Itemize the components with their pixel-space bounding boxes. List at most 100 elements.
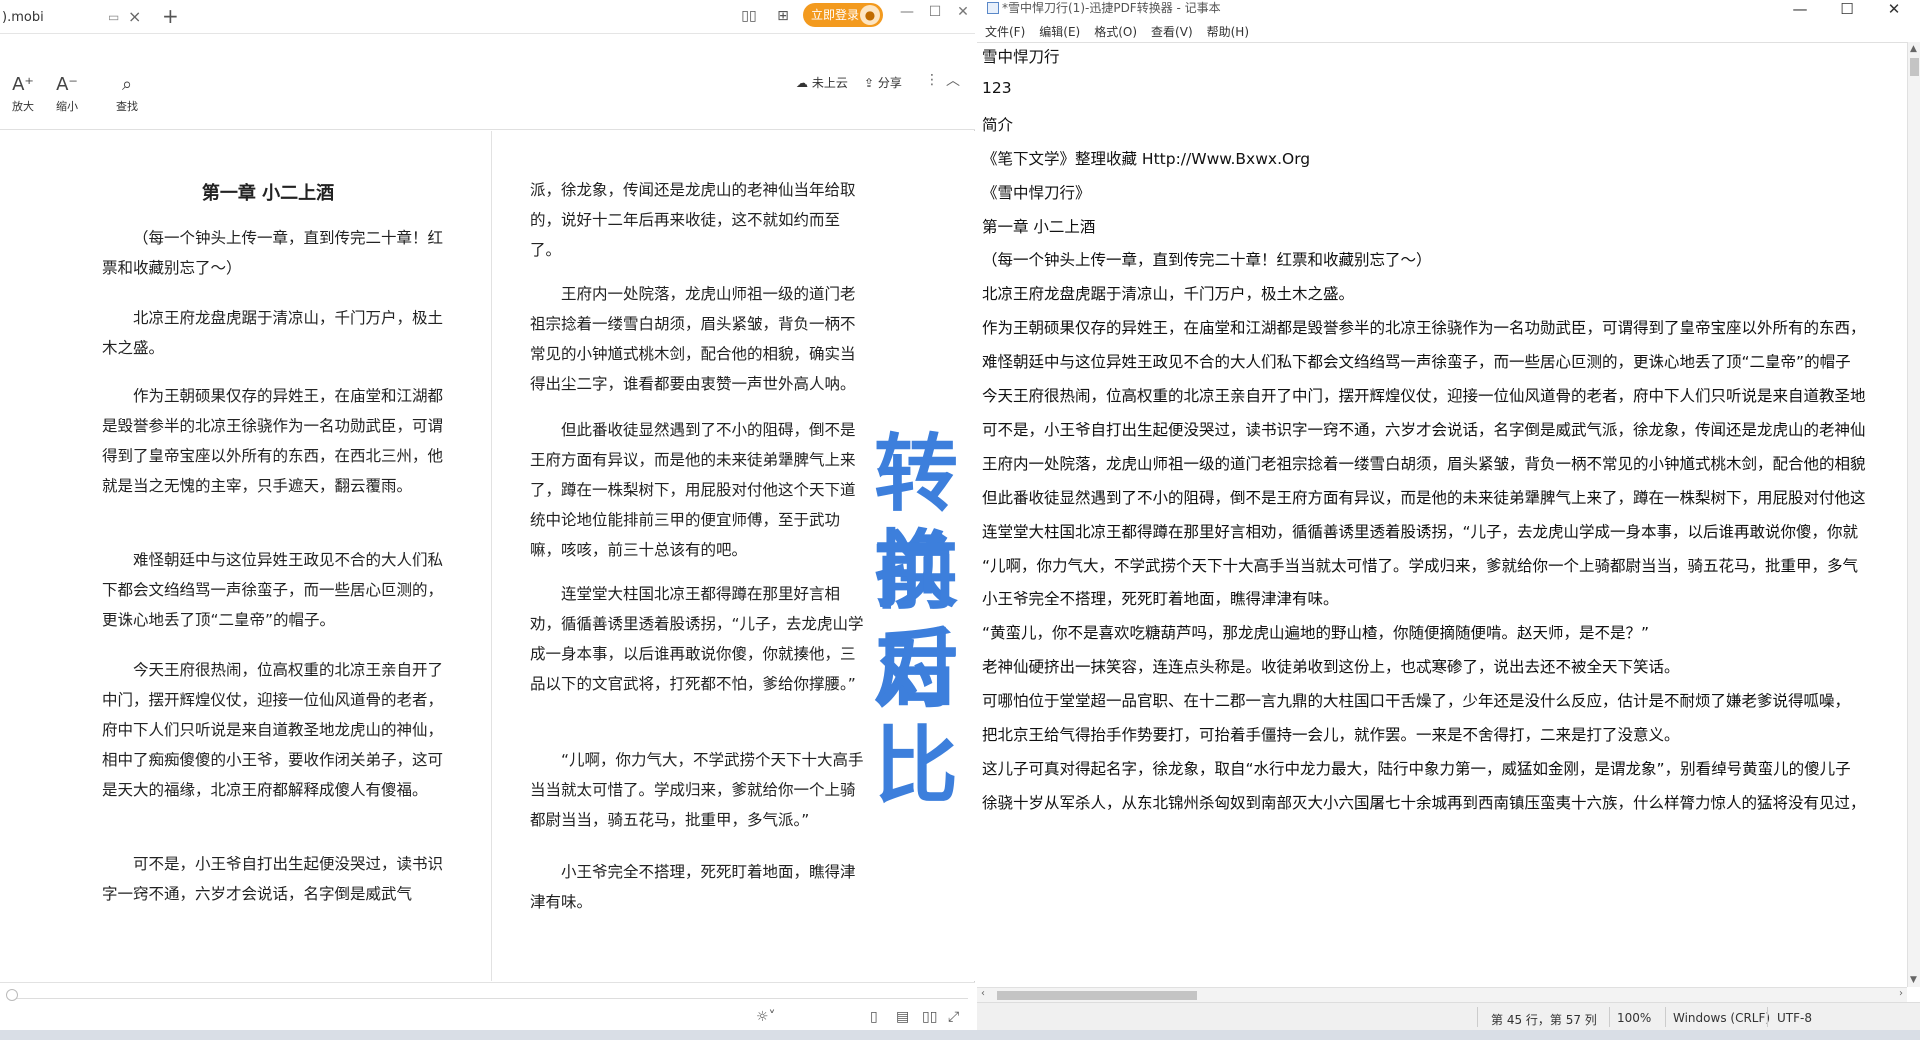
find-label: 查找 (116, 100, 138, 113)
vertical-scrollbar[interactable]: ▲ ▼ (1907, 42, 1920, 987)
text-line: 可哪怕位于堂堂超一品官职、在十二郡一言九鼎的大柱国口干舌燥了，少年还是没什么反应… (982, 692, 1851, 711)
reader-window: ).mobi ▭ × + ▯▯ ⊞ 立即登录 ● — ☐ ✕ ☁ 未上云 ⇪ 分… (0, 0, 975, 1030)
share-label: 分享 (877, 76, 902, 90)
text-line: 把北京王给气得抬手作势要打，可抬着手僵持一会儿，就作罢。一来是不舍得打，二来是打… (982, 726, 1680, 744)
desktop: ).mobi ▭ × + ▯▯ ⊞ 立即登录 ● — ☐ ✕ ☁ 未上云 ⇪ 分… (0, 0, 1920, 1040)
scroll-down-icon[interactable]: ▼ (1910, 975, 1917, 985)
font-decrease-icon: A⁻ (56, 74, 78, 95)
chevron-up-icon[interactable]: ︿ (946, 70, 960, 90)
zoom-in-label: 放大 (12, 100, 34, 113)
text-line: 第一章 小二上酒 (982, 217, 1096, 236)
scroll-left-icon[interactable]: ‹ (981, 988, 985, 999)
menu-file[interactable]: 文件(F) (985, 22, 1025, 42)
paragraph: 可不是，小王爷自打出生起便没哭过，读书识字一窍不通，六岁才会说话，名字倒是威武气 (102, 855, 444, 903)
double-page-icon[interactable]: ▯▯ (922, 1009, 937, 1025)
paragraph: “儿啊，你力气大，不学武捞个天下十大高手当当就太可惜了。学成归来，爹就给你一个上… (530, 751, 864, 829)
grid-icon[interactable]: ⊞ (773, 8, 793, 26)
encoding: UTF-8 (1777, 1011, 1812, 1025)
notepad-icon (987, 2, 999, 14)
zoom-in-button[interactable]: A⁺ 放大 (3, 72, 43, 114)
text-line: 王府内一处院落，龙虎山师祖一级的道门老祖宗捻着一缕雪白胡须，眉头紧皱，背负一柄不… (982, 454, 1866, 473)
notepad-titlebar: *雪中悍刀行(1)-迅捷PDF转换器 - 记事本 (977, 0, 1920, 22)
scroll-up-icon[interactable]: ▲ (1910, 44, 1917, 54)
text-line: “黄蛮儿，你不是喜欢吃糖葫芦吗，那龙虎山遍地的野山楂，你随便摘随便啃。赵天师，是… (982, 624, 1650, 643)
menu-bar: 文件(F) 编辑(E) 格式(O) 查看(V) 帮助(H) (977, 22, 1920, 42)
text-line: 简介 (982, 115, 1014, 134)
close-tab-icon[interactable]: × (128, 7, 141, 26)
find-button[interactable]: ⌕ 查找 (107, 72, 147, 114)
zoom-out-label: 缩小 (56, 100, 78, 113)
reader-tab[interactable]: ).mobi ▭ × (0, 0, 150, 34)
plus-icon[interactable]: + (162, 4, 179, 28)
share-button[interactable]: ⇪ 分享 (864, 74, 902, 91)
text-line: “儿啊，你力气大，不学武捞个天下十大高手当当就太可惜了。学成归来，爹就给你一个上… (982, 556, 1859, 575)
single-page-icon[interactable]: ▯ (870, 1009, 878, 1025)
menu-help[interactable]: 帮助(H) (1207, 22, 1249, 42)
menu-edit[interactable]: 编辑(E) (1039, 22, 1080, 42)
maximize-icon[interactable]: ☐ (1832, 0, 1862, 18)
line-ending: Windows (CRLF) (1673, 1011, 1771, 1025)
scroll-page-icon[interactable]: ▤ (896, 1009, 909, 1025)
notepad-window: *雪中悍刀行(1)-迅捷PDF转换器 - 记事本 — ☐ ✕ 文件(F) 编辑(… (977, 0, 1920, 1030)
taskbar (0, 1030, 1920, 1040)
scroll-right-icon[interactable]: › (1899, 988, 1903, 999)
text-line: 作为王朝硕果仅存的异姓王，在庙堂和江湖都是毁誉参半的北凉王徐骁作为一名功勋武臣，… (982, 319, 1866, 338)
paragraph: 王府内一处院落，龙虎山师祖一级的道门老祖宗捻着一缕雪白胡须，眉头紧皱，背负一柄不… (530, 285, 856, 393)
paragraph: 连堂堂大柱国北凉王都得蹲在那里好言相劝，循循善诱里透着股诱拐，“儿子，去龙虎山学… (530, 585, 864, 693)
read-mode-icon[interactable]: ▯▯ (739, 8, 759, 26)
close-icon[interactable]: ✕ (953, 4, 973, 26)
paragraph: 北凉王府龙盘虎踞于清凉山，千门万户，极土木之盛。 (102, 309, 444, 357)
paragraph: （每一个钟头上传一章，直到传完二十章！红票和收藏别忘了～） (102, 229, 444, 277)
fullscreen-icon[interactable]: ⤢ (948, 1009, 959, 1025)
search-icon: ⌕ (121, 74, 133, 95)
text-line: 连堂堂大柱国北凉王都得蹲在那里好言相劝，循循善诱里透着股诱拐，“儿子，去龙虎山学… (982, 522, 1859, 541)
maximize-icon[interactable]: ☐ (925, 4, 945, 26)
text-line: 老神仙硬挤出一抹笑容，连连点头称是。收徒弟收到这份上，也忒寒碜了，说出去还不被全… (982, 658, 1680, 677)
notepad-statusbar: 第 45 行，第 57 列 100% Windows (CRLF) UTF-8 (977, 1002, 1920, 1030)
text-line: 徐骁十岁从军杀人，从东北锦州杀匈奴到南部灭大小六国屠七十余城再到西南镇压蛮夷十六… (982, 793, 1866, 812)
text-line: 雪中悍刀行 (982, 48, 1060, 66)
login-button[interactable]: 立即登录 ● (803, 3, 883, 27)
text-line: 小王爷完全不搭理，死死盯着地面，瞧得津津有味。 (982, 590, 1339, 609)
font-increase-icon: A⁺ (12, 74, 34, 95)
paragraph: 作为王朝硕果仅存的异姓王，在庙堂和江湖都是毁誉参半的北凉王徐骁作为一名功勋武臣，… (102, 387, 444, 495)
reader-page-left: 第一章 小二上酒 （每一个钟头上传一章，直到传完二十章！红票和收藏别忘了～） 北… (8, 131, 492, 981)
text-editor-area[interactable]: 雪中悍刀行 123 简介《笔下文学》整理收藏 Http://Www.Bxwx.Org… (977, 42, 1907, 987)
brightness-icon[interactable]: ☼˅ (756, 1009, 776, 1025)
text-line: 123 (982, 78, 1012, 97)
horizontal-scrollbar[interactable]: ‹ › (977, 987, 1907, 1002)
more-icon[interactable]: ⋮ (925, 72, 939, 88)
paragraph: 小王爷完全不搭理，死死盯着地面，瞧得津津有味。 (530, 863, 856, 911)
minimize-icon[interactable]: — (1785, 0, 1815, 18)
scrollbar-thumb[interactable] (997, 991, 1197, 1000)
text-line: 这儿子可真对得起名字，徐龙象，取自“水行中龙力最大，陆行中象力第一，威猛如金刚，… (982, 759, 1851, 778)
zoom-out-button[interactable]: A⁻ 缩小 (47, 72, 87, 114)
reader-progress-track[interactable] (6, 989, 968, 1001)
reader-statusbar: ☼˅ ▯ ▤ ▯▯ ⤢ (0, 982, 975, 1030)
text-line: （每一个钟头上传一章，直到传完二十章！红票和收藏别忘了～） (982, 251, 1432, 270)
progress-handle[interactable] (6, 989, 18, 1001)
paragraph: 派，徐龙象，传闻还是龙虎山的老神仙当年给取的，说好十二年后再来收徒，这不就如约而… (530, 181, 856, 259)
menu-format[interactable]: 格式(O) (1094, 22, 1137, 42)
cloud-status-button[interactable]: ☁ 未上云 (796, 74, 848, 91)
paragraph: 难怪朝廷中与这位异姓王政见不合的大人们私下都会文绉绉骂一声徐蛮子，而一些居心叵测… (102, 551, 444, 629)
paragraph: 今天王府很热闹，位高权重的北凉王亲自开了中门，摆开辉煌仪仗，迎接一位仙风道骨的老… (102, 661, 444, 799)
text-line: 难怪朝廷中与这位异姓王政见不合的大人们私下都会文绉绉骂一声徐蛮子，而一些居心叵测… (982, 353, 1851, 372)
restore-tab-icon[interactable]: ▭ (108, 10, 119, 24)
text-line: 今天王府很热闹，位高权重的北凉王亲自开了中门，摆开辉煌仪仗，迎接一位仙风道骨的老… (982, 387, 1866, 405)
text-line: 北凉王府龙盘虎踞于清凉山，千门万户，极土木之盛。 (982, 285, 1355, 304)
avatar-icon: ● (860, 5, 880, 25)
text-line: 《雪中悍刀行》 (982, 183, 1091, 202)
cursor-position: 第 45 行，第 57 列 (1491, 1013, 1597, 1027)
chapter-title: 第一章 小二上酒 (201, 183, 335, 204)
text-line: 但此番收徒显然遇到了不小的阻碍，倒不是王府方面有异议，而是他的未来徒弟犟脾气上来… (982, 488, 1866, 507)
scrollbar-thumb[interactable] (1910, 58, 1919, 76)
reader-titlebar: ).mobi ▭ × + ▯▯ ⊞ 立即登录 ● — ☐ ✕ (0, 0, 975, 34)
menu-view[interactable]: 查看(V) (1151, 22, 1193, 42)
text-line: 《笔下文学》整理收藏 Http://Www.Bxwx.Org (982, 149, 1311, 168)
close-icon[interactable]: ✕ (1879, 0, 1909, 18)
text-line: 可不是，小王爷自打出生起便没哭过，读书识字一窍不通，六岁才会说话，名字倒是威武气… (982, 420, 1866, 439)
overlay-text-3: 对比 (874, 621, 959, 815)
tab-title: ).mobi (2, 9, 44, 25)
minimize-icon[interactable]: — (897, 4, 917, 26)
